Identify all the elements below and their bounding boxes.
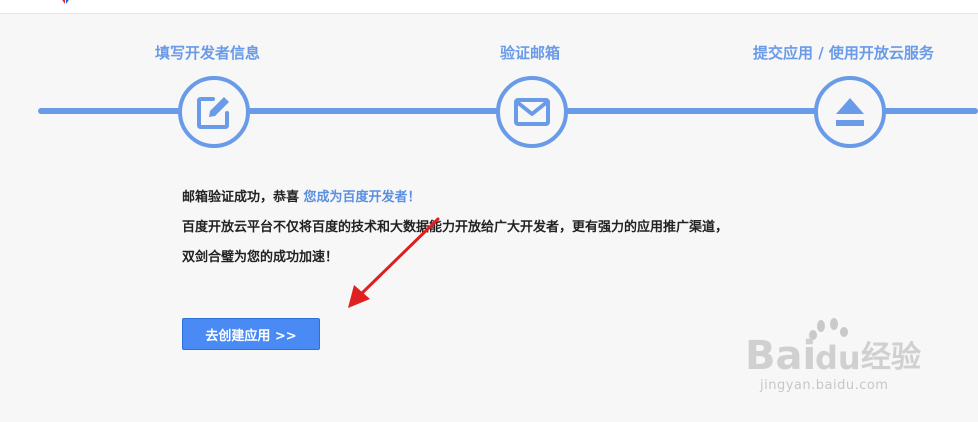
- top-bar: [0, 0, 978, 14]
- platform-slogan: 双剑合璧为您的成功加速！: [182, 250, 339, 265]
- edit-icon: [197, 97, 229, 129]
- mail-icon: [514, 98, 550, 126]
- step-label-verify-email: 验证邮箱: [500, 44, 561, 62]
- baidu-jingyan-watermark: Bai du 经验: [745, 318, 921, 379]
- step-2-circle: [496, 76, 568, 148]
- watermark-brand-cn: 经验: [861, 340, 921, 375]
- step-1-circle: [178, 76, 250, 148]
- watermark-brand-latin: Bai: [745, 333, 816, 379]
- success-message: 邮箱验证成功，恭喜 您成为百度开发者！: [182, 186, 421, 205]
- create-app-button[interactable]: 去创建应用 >>: [182, 318, 320, 350]
- annotation-arrow: [348, 217, 440, 308]
- watermark-url: jingyan.baidu.com: [760, 378, 889, 393]
- watermark-brand-du: du: [815, 339, 861, 377]
- platform-description: 百度开放云平台不仅将百度的技术和大数据能力开放给广大开发者，更有强力的应用推广渠…: [182, 220, 729, 235]
- step-3-circle: [814, 76, 886, 148]
- step-label-submit-app: 提交应用 / 使用开放云服务: [753, 44, 934, 62]
- logo-fragment: [62, 0, 69, 4]
- developer-highlight: 您成为百度开发者！: [303, 190, 421, 205]
- step-label-fill-info: 填写开发者信息: [155, 44, 261, 62]
- success-prefix: 邮箱验证成功，恭喜: [182, 190, 300, 205]
- upload-icon: [836, 98, 864, 126]
